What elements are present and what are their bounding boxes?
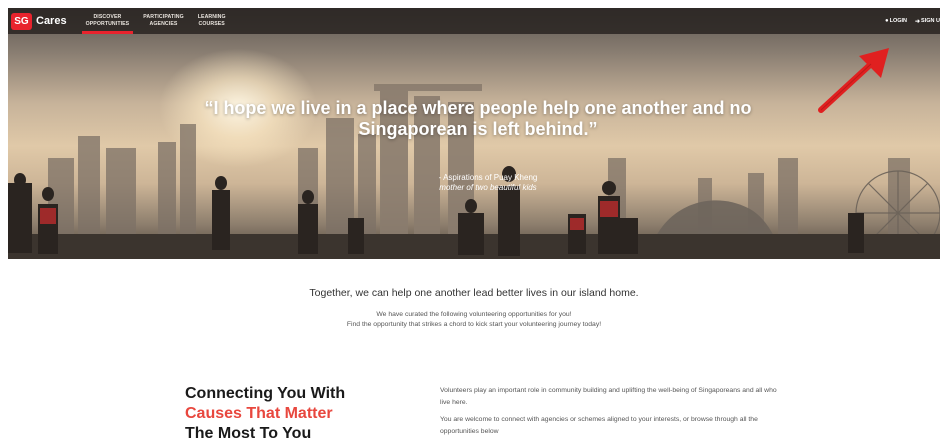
heading-line-1: Connecting You With xyxy=(185,385,346,402)
auth-links: ● LOGIN ➜ SIGN U xyxy=(885,8,940,34)
login-link[interactable]: ● LOGIN xyxy=(885,18,907,24)
intro-line-1: We have curated the following volunteeri… xyxy=(376,311,572,318)
logo-text: Cares xyxy=(36,15,67,27)
tab-label-line2: COURSES xyxy=(198,20,225,27)
section-body: Volunteers play an important role in com… xyxy=(440,385,780,437)
signup-label: SIGN U xyxy=(921,18,940,24)
tagline: Together, we can help one another lead b… xyxy=(309,287,639,299)
sign-in-icon: ➜ xyxy=(915,18,921,25)
tab-discover-opportunities[interactable]: DISCOVER OPPORTUNITIES xyxy=(79,8,137,34)
tab-label-line1: LEARNING xyxy=(197,14,226,20)
section-paragraph-1: Volunteers play an important role in com… xyxy=(440,387,777,406)
nav-tabs: DISCOVER OPPORTUNITIES PARTICIPATING AGE… xyxy=(79,8,233,34)
attribution-subtitle: mother of two beautiful kids xyxy=(439,183,537,192)
hero-quote: “I hope we live in a place where people … xyxy=(204,98,752,139)
section-paragraph-2: You are welcome to connect with agencies… xyxy=(440,416,758,435)
top-nav: SG Cares DISCOVER OPPORTUNITIES PARTICIP… xyxy=(8,8,940,34)
logo-badge: SG xyxy=(11,12,32,30)
quote-attribution: - Aspirations of Puay Kheng mother of tw… xyxy=(388,173,588,193)
tab-learning-courses[interactable]: LEARNING COURSES xyxy=(191,8,233,34)
intro-text: We have curated the following volunteeri… xyxy=(8,310,940,329)
annotation-arrow-icon xyxy=(818,48,889,113)
tab-label-line2: AGENCIES xyxy=(149,20,178,27)
tab-label-line1: PARTICIPATING xyxy=(143,14,184,20)
hero-banner: SG Cares DISCOVER OPPORTUNITIES PARTICIP… xyxy=(8,8,940,259)
tab-participating-agencies[interactable]: PARTICIPATING AGENCIES xyxy=(136,8,191,34)
attribution-name: - Aspirations of Puay Kheng xyxy=(438,173,538,182)
heading-line-3: The Most To You xyxy=(185,425,312,442)
section-heading: Connecting You With Causes That Matter T… xyxy=(185,384,345,444)
tab-label-line2: OPPORTUNITIES xyxy=(85,20,130,27)
page-frame: SG Cares DISCOVER OPPORTUNITIES PARTICIP… xyxy=(8,8,940,448)
sg-cares-logo[interactable]: SG Cares xyxy=(11,11,67,31)
login-label: LOGIN xyxy=(889,18,908,24)
intro-line-2: Find the opportunity that strikes a chor… xyxy=(346,320,602,328)
heading-accent: Causes That Matter xyxy=(185,405,333,422)
user-icon: ● xyxy=(884,18,889,24)
signup-link[interactable]: ➜ SIGN U xyxy=(915,18,940,25)
